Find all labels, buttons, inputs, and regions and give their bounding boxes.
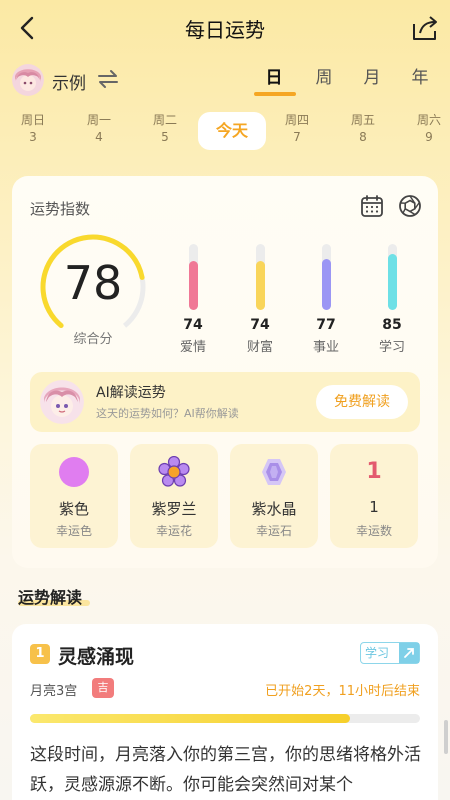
overall-score-label: 综合分 — [73, 332, 113, 347]
duration-progress-fill — [30, 714, 350, 723]
career-score: 77 — [316, 317, 336, 333]
lucky-stone-label: 幸运石 — [255, 524, 292, 538]
tab-year[interactable]: 年 — [400, 63, 440, 88]
category-tag[interactable]: 学习 — [360, 642, 420, 664]
ai-title: AI解读运势 — [96, 385, 166, 401]
ai-subtitle: 这天的运势如何？AI帮你解读 — [96, 407, 239, 420]
reading-text: 这段时间，月亮落入你的第三宫，你的思绪将格外活跃，灵感源源不断。你可能会突然间对… — [30, 745, 421, 795]
switch-user-button[interactable] — [96, 68, 120, 90]
user-row: 示例 日 周 月 年 — [0, 60, 450, 100]
share-icon — [413, 16, 437, 40]
career-bar — [322, 259, 331, 310]
reading-index-badge: 1 — [30, 644, 50, 664]
number-icon: 1 — [366, 459, 382, 484]
love-label: 爱情 — [179, 340, 206, 355]
study-bar — [388, 254, 397, 310]
ai-reading-banner[interactable]: AI解读运势 这天的运势如何？AI帮你解读 免费解读 — [30, 372, 420, 432]
wealth-label: 财富 — [246, 340, 273, 355]
lucky-stone-value: 紫水晶 — [251, 500, 297, 518]
lucky-number-label: 幸运数 — [355, 524, 392, 538]
calendar-button[interactable] — [360, 194, 384, 218]
aperture-icon — [399, 195, 421, 217]
lucky-flower: 紫罗兰 幸运花 — [130, 444, 218, 548]
overall-score: 78 — [63, 256, 123, 310]
card-title: 运势指数 — [30, 200, 91, 218]
day-item[interactable]: 周五 8 — [343, 112, 383, 146]
tab-day[interactable]: 日 — [254, 63, 294, 88]
wealth-bar — [256, 261, 265, 310]
lucky-flower-label: 幸运花 — [155, 524, 192, 538]
lucky-color-value: 紫色 — [58, 500, 89, 518]
planet-house: 月亮3宫 — [30, 684, 78, 699]
top-bar: 每日运势 — [0, 0, 450, 56]
tab-week[interactable]: 周 — [304, 63, 344, 88]
reading-card[interactable]: 1 灵感涌现 学习 月亮3宫 吉 已开始2天，11小时后结束 这段时间，月亮落入… — [12, 624, 438, 800]
lucky-color-label: 幸运色 — [55, 524, 92, 538]
category-tag-label: 学习 — [365, 646, 390, 660]
user-name[interactable]: 示例 — [52, 69, 86, 94]
calendar-icon — [361, 195, 383, 217]
flower-icon — [158, 456, 190, 487]
lucky-color: 紫色 幸运色 — [30, 444, 118, 548]
share-button[interactable] — [410, 14, 440, 42]
aperture-button[interactable] — [398, 194, 422, 218]
ai-avatar — [40, 380, 84, 424]
wealth-score: 74 — [250, 317, 270, 333]
free-reading-button[interactable]: 免费解读 — [316, 385, 408, 419]
page-title: 每日运势 — [185, 18, 265, 42]
day-item[interactable]: 周一 4 — [79, 112, 119, 146]
swap-icon — [98, 70, 118, 88]
lucky-number-value: 1 — [369, 498, 379, 516]
career-label: 事业 — [312, 340, 339, 355]
lucky-stone: 紫水晶 幸运石 — [230, 444, 318, 548]
love-bar — [189, 261, 198, 310]
lucky-flower-value: 紫罗兰 — [151, 500, 197, 518]
duration-progress — [30, 714, 420, 723]
auspicious-badge: 吉 — [92, 678, 114, 698]
section-title: 运势解读 — [18, 588, 83, 607]
arrow-icon — [399, 643, 419, 663]
day-item[interactable]: 周六 9 — [409, 112, 449, 146]
love-score: 74 — [183, 317, 203, 333]
tab-month[interactable]: 月 — [352, 63, 392, 88]
fortune-card: 运势指数 78 综合分 74 爱情 74 财富 77 事业 85 学习 AI解读… — [12, 176, 438, 568]
study-score: 85 — [382, 317, 402, 333]
crystal-icon — [262, 459, 286, 485]
period-tabs: 日 周 月 年 — [254, 60, 444, 100]
study-label: 学习 — [378, 340, 405, 355]
purple-dot-icon — [59, 457, 89, 487]
day-item[interactable]: 周二 5 — [145, 112, 185, 146]
duration-text: 已开始2天，11小时后结束 — [265, 684, 420, 699]
day-item[interactable]: 周四 7 — [277, 112, 317, 146]
tab-indicator — [254, 92, 296, 96]
day-item[interactable]: 周日 3 — [13, 112, 53, 146]
scrollbar[interactable] — [444, 720, 448, 754]
day-strip: 周日 3 周一 4 周二 5 今天 周四 7 周五 8 周六 9 — [0, 108, 450, 158]
day-item-today[interactable]: 今天 — [198, 112, 266, 150]
lucky-number: 1 1 幸运数 — [330, 444, 418, 548]
avatar[interactable] — [12, 64, 44, 96]
reading-title: 灵感涌现 — [58, 646, 135, 668]
